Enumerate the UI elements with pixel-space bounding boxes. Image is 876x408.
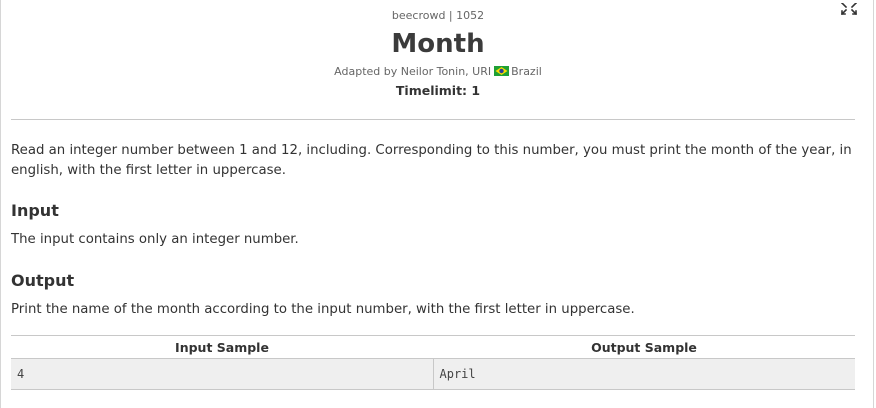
brazil-flag-icon — [494, 66, 510, 80]
sample-output-cell[interactable]: April — [433, 358, 855, 390]
adapted-by-line: Adapted by Neilor Tonin, URI Brazil — [0, 65, 876, 80]
country-label: Brazil — [511, 65, 542, 78]
input-heading: Input — [11, 201, 59, 220]
adapted-by-text: Adapted by Neilor Tonin, URI — [334, 65, 492, 78]
output-heading: Output — [11, 271, 75, 290]
problem-source: beecrowd | 1052 — [391, 9, 485, 22]
problem-title: Month — [391, 29, 485, 59]
sample-input-cell[interactable]: 4 — [11, 358, 434, 390]
input-sample-header: Input Sample — [11, 335, 433, 359]
sample-row: 4 April — [11, 358, 855, 390]
problem-description: Read an integer number between 1 and 12,… — [11, 143, 852, 178]
output-description: Print the name of the month according to… — [11, 302, 635, 317]
timelimit-label: Timelimit: 1 — [395, 83, 481, 98]
samples-table: Input Sample Output Sample 4 April — [11, 335, 855, 390]
input-description: The input contains only an integer numbe… — [11, 232, 299, 247]
output-sample-header: Output Sample — [433, 335, 855, 359]
header-divider — [11, 119, 855, 120]
problem-page: beecrowd | 1052 Month Adapted by Neilor … — [0, 0, 876, 408]
